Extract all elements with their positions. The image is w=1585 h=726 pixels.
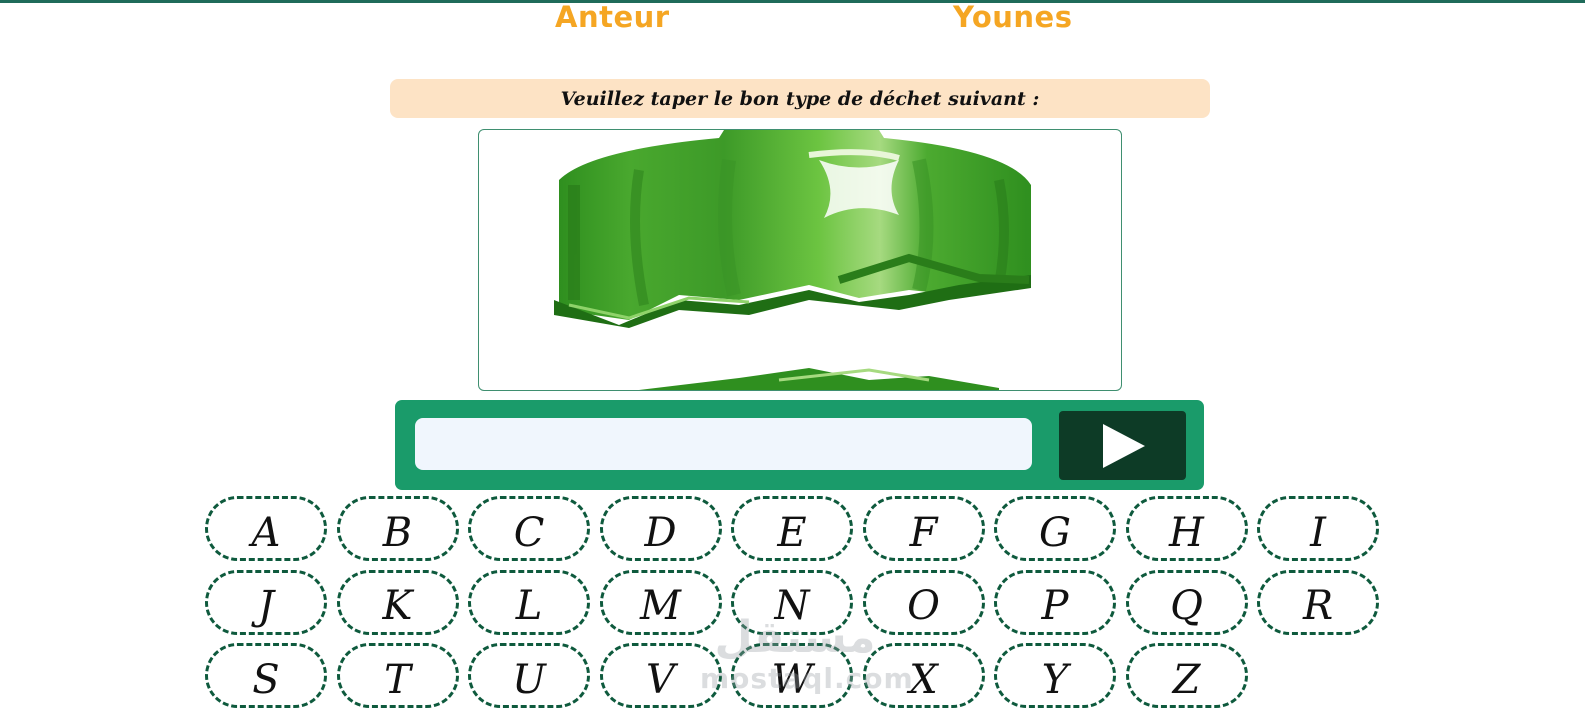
key-t[interactable]: T <box>336 643 459 708</box>
key-g[interactable]: G <box>994 496 1116 561</box>
key-v[interactable]: V <box>599 643 722 708</box>
key-f[interactable]: F <box>862 496 985 561</box>
play-icon <box>1102 423 1145 468</box>
green-bottle-cap-image <box>554 130 1031 390</box>
key-j[interactable]: J <box>205 569 327 635</box>
key-w[interactable]: W <box>731 643 853 708</box>
key-h[interactable]: H <box>1125 496 1248 561</box>
author-name: Younes <box>953 0 1073 34</box>
key-b[interactable]: B <box>336 496 459 561</box>
key-p[interactable]: P <box>994 569 1116 635</box>
key-a[interactable]: A <box>205 496 327 561</box>
key-s[interactable]: S <box>205 643 327 708</box>
prompt-banner: Veuillez taper le bon type de déchet sui… <box>390 79 1210 118</box>
key-k[interactable]: K <box>336 569 459 635</box>
key-l[interactable]: L <box>468 569 590 635</box>
key-m[interactable]: M <box>599 569 722 635</box>
waste-image-frame <box>478 129 1122 391</box>
submit-button[interactable] <box>1059 411 1186 480</box>
key-q[interactable]: Q <box>1125 569 1248 635</box>
key-u[interactable]: U <box>468 643 590 708</box>
key-d[interactable]: D <box>599 496 722 561</box>
answer-input[interactable] <box>415 418 1032 470</box>
prompt-text: Veuillez taper le bon type de déchet sui… <box>560 87 1040 110</box>
top-border <box>0 0 1585 3</box>
key-n[interactable]: N <box>731 569 853 635</box>
key-r[interactable]: R <box>1257 569 1379 635</box>
key-o[interactable]: O <box>862 569 985 635</box>
key-e[interactable]: E <box>731 496 853 561</box>
key-i[interactable]: I <box>1257 496 1379 561</box>
author-label: Anteur <box>555 0 670 34</box>
key-c[interactable]: C <box>468 496 590 561</box>
answer-bar <box>395 400 1204 490</box>
key-x[interactable]: X <box>862 643 985 708</box>
key-y[interactable]: Y <box>994 643 1116 708</box>
key-z[interactable]: Z <box>1125 643 1248 708</box>
